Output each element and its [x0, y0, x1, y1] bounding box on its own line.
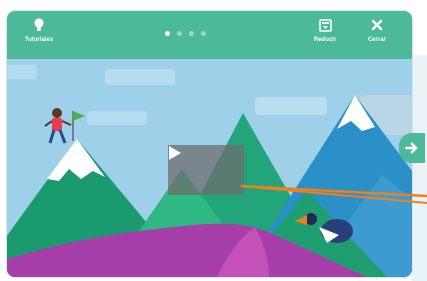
close-icon [371, 16, 383, 34]
step-indicator [165, 31, 206, 36]
play-icon [169, 146, 181, 160]
tutorial-card: Tutoriales Reducir Cerrar [7, 11, 412, 277]
tutorial-topbar: Tutoriales Reducir Cerrar [7, 11, 412, 59]
tutorials-button[interactable]: Tutoriales [17, 16, 61, 56]
step-dot-2[interactable] [177, 31, 182, 36]
close-label: Cerrar [367, 37, 386, 43]
tutorial-video[interactable] [7, 59, 412, 277]
arrow-right-icon [405, 142, 418, 154]
step-dot-1[interactable] [165, 31, 170, 36]
next-step-button[interactable] [399, 133, 425, 163]
character-figure [44, 108, 85, 144]
tutorials-label: Tutoriales [24, 37, 54, 43]
shrink-button[interactable]: Reducir [310, 16, 340, 56]
step-dot-4[interactable] [201, 31, 206, 36]
close-button[interactable]: Cerrar [359, 16, 395, 56]
step-dot-3[interactable] [189, 31, 194, 36]
shrink-icon [318, 16, 332, 34]
play-button[interactable] [168, 145, 244, 195]
lightbulb-icon [33, 16, 45, 34]
page-background-strip [412, 55, 427, 281]
shrink-label: Reducir [313, 37, 337, 43]
